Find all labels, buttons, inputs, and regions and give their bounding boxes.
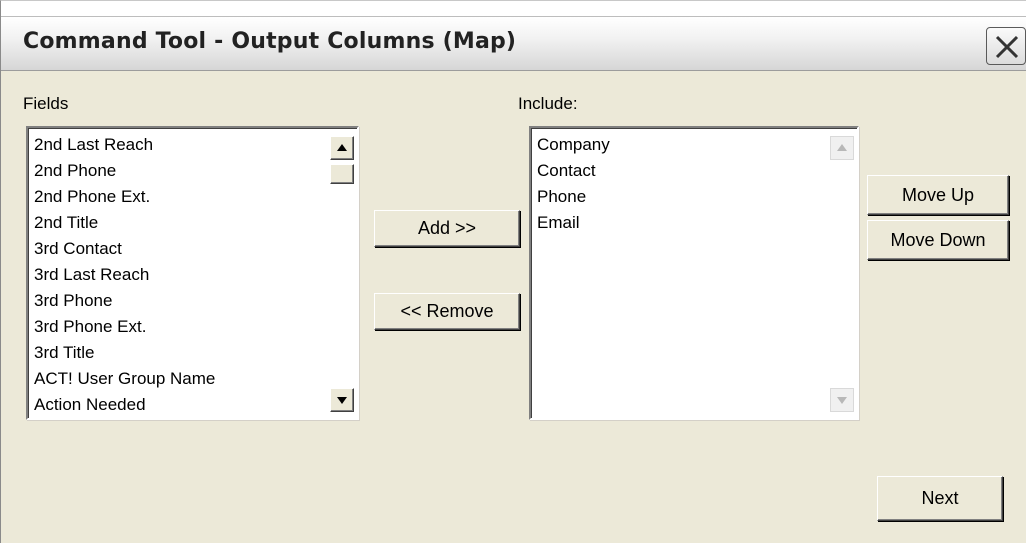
list-item[interactable]: 2nd Phone Ext. bbox=[34, 184, 150, 210]
close-icon bbox=[995, 35, 1019, 59]
list-item[interactable]: Action Needed bbox=[34, 392, 146, 418]
list-item[interactable]: 3rd Title bbox=[34, 340, 94, 366]
scroll-thumb[interactable] bbox=[330, 164, 354, 184]
chevron-down-icon bbox=[337, 397, 347, 404]
list-item[interactable]: 3rd Phone Ext. bbox=[34, 314, 146, 340]
list-item[interactable]: 2nd Last Reach bbox=[34, 132, 153, 158]
window-top-edge bbox=[1, 1, 1026, 16]
include-listbox[interactable]: Company Contact Phone Email bbox=[529, 126, 859, 420]
include-scrollbar[interactable] bbox=[827, 128, 857, 418]
move-up-button[interactable]: Move Up bbox=[867, 175, 1009, 215]
scroll-down-button[interactable] bbox=[330, 388, 354, 412]
scroll-down-button bbox=[830, 388, 854, 412]
list-item[interactable]: 3rd Phone bbox=[34, 288, 112, 314]
list-item[interactable]: Email bbox=[537, 210, 580, 236]
close-button[interactable] bbox=[986, 27, 1026, 65]
list-item[interactable]: Phone bbox=[537, 184, 586, 210]
scroll-up-button bbox=[830, 136, 854, 160]
list-item[interactable]: 2nd Phone bbox=[34, 158, 116, 184]
list-item[interactable]: Contact bbox=[537, 158, 596, 184]
title-bar[interactable]: Command Tool - Output Columns (Map) bbox=[1, 16, 1026, 71]
add-button[interactable]: Add >> bbox=[374, 210, 520, 247]
fields-label: Fields bbox=[23, 94, 69, 113]
chevron-down-icon bbox=[837, 397, 847, 404]
remove-button[interactable]: << Remove bbox=[374, 293, 520, 330]
fields-listbox[interactable]: 2nd Last Reach 2nd Phone 2nd Phone Ext. 2nd… bbox=[26, 126, 359, 420]
list-item[interactable]: ACT! User Group Name bbox=[34, 366, 215, 392]
list-item[interactable]: 3rd Contact bbox=[34, 236, 122, 262]
next-button[interactable]: Next bbox=[877, 476, 1003, 521]
chevron-up-icon bbox=[837, 144, 847, 151]
scroll-up-button[interactable] bbox=[330, 136, 354, 160]
include-label: Include: bbox=[518, 94, 578, 113]
list-item[interactable]: Company bbox=[537, 132, 610, 158]
window-title: Command Tool - Output Columns (Map) bbox=[23, 29, 517, 54]
fields-scrollbar[interactable] bbox=[327, 128, 357, 418]
chevron-up-icon bbox=[337, 144, 347, 151]
list-item[interactable]: 3rd Last Reach bbox=[34, 262, 149, 288]
list-item[interactable]: 2nd Title bbox=[34, 210, 98, 236]
output-columns-dialog: Command Tool - Output Columns (Map) Fiel… bbox=[0, 0, 1026, 543]
move-down-button[interactable]: Move Down bbox=[867, 220, 1009, 260]
